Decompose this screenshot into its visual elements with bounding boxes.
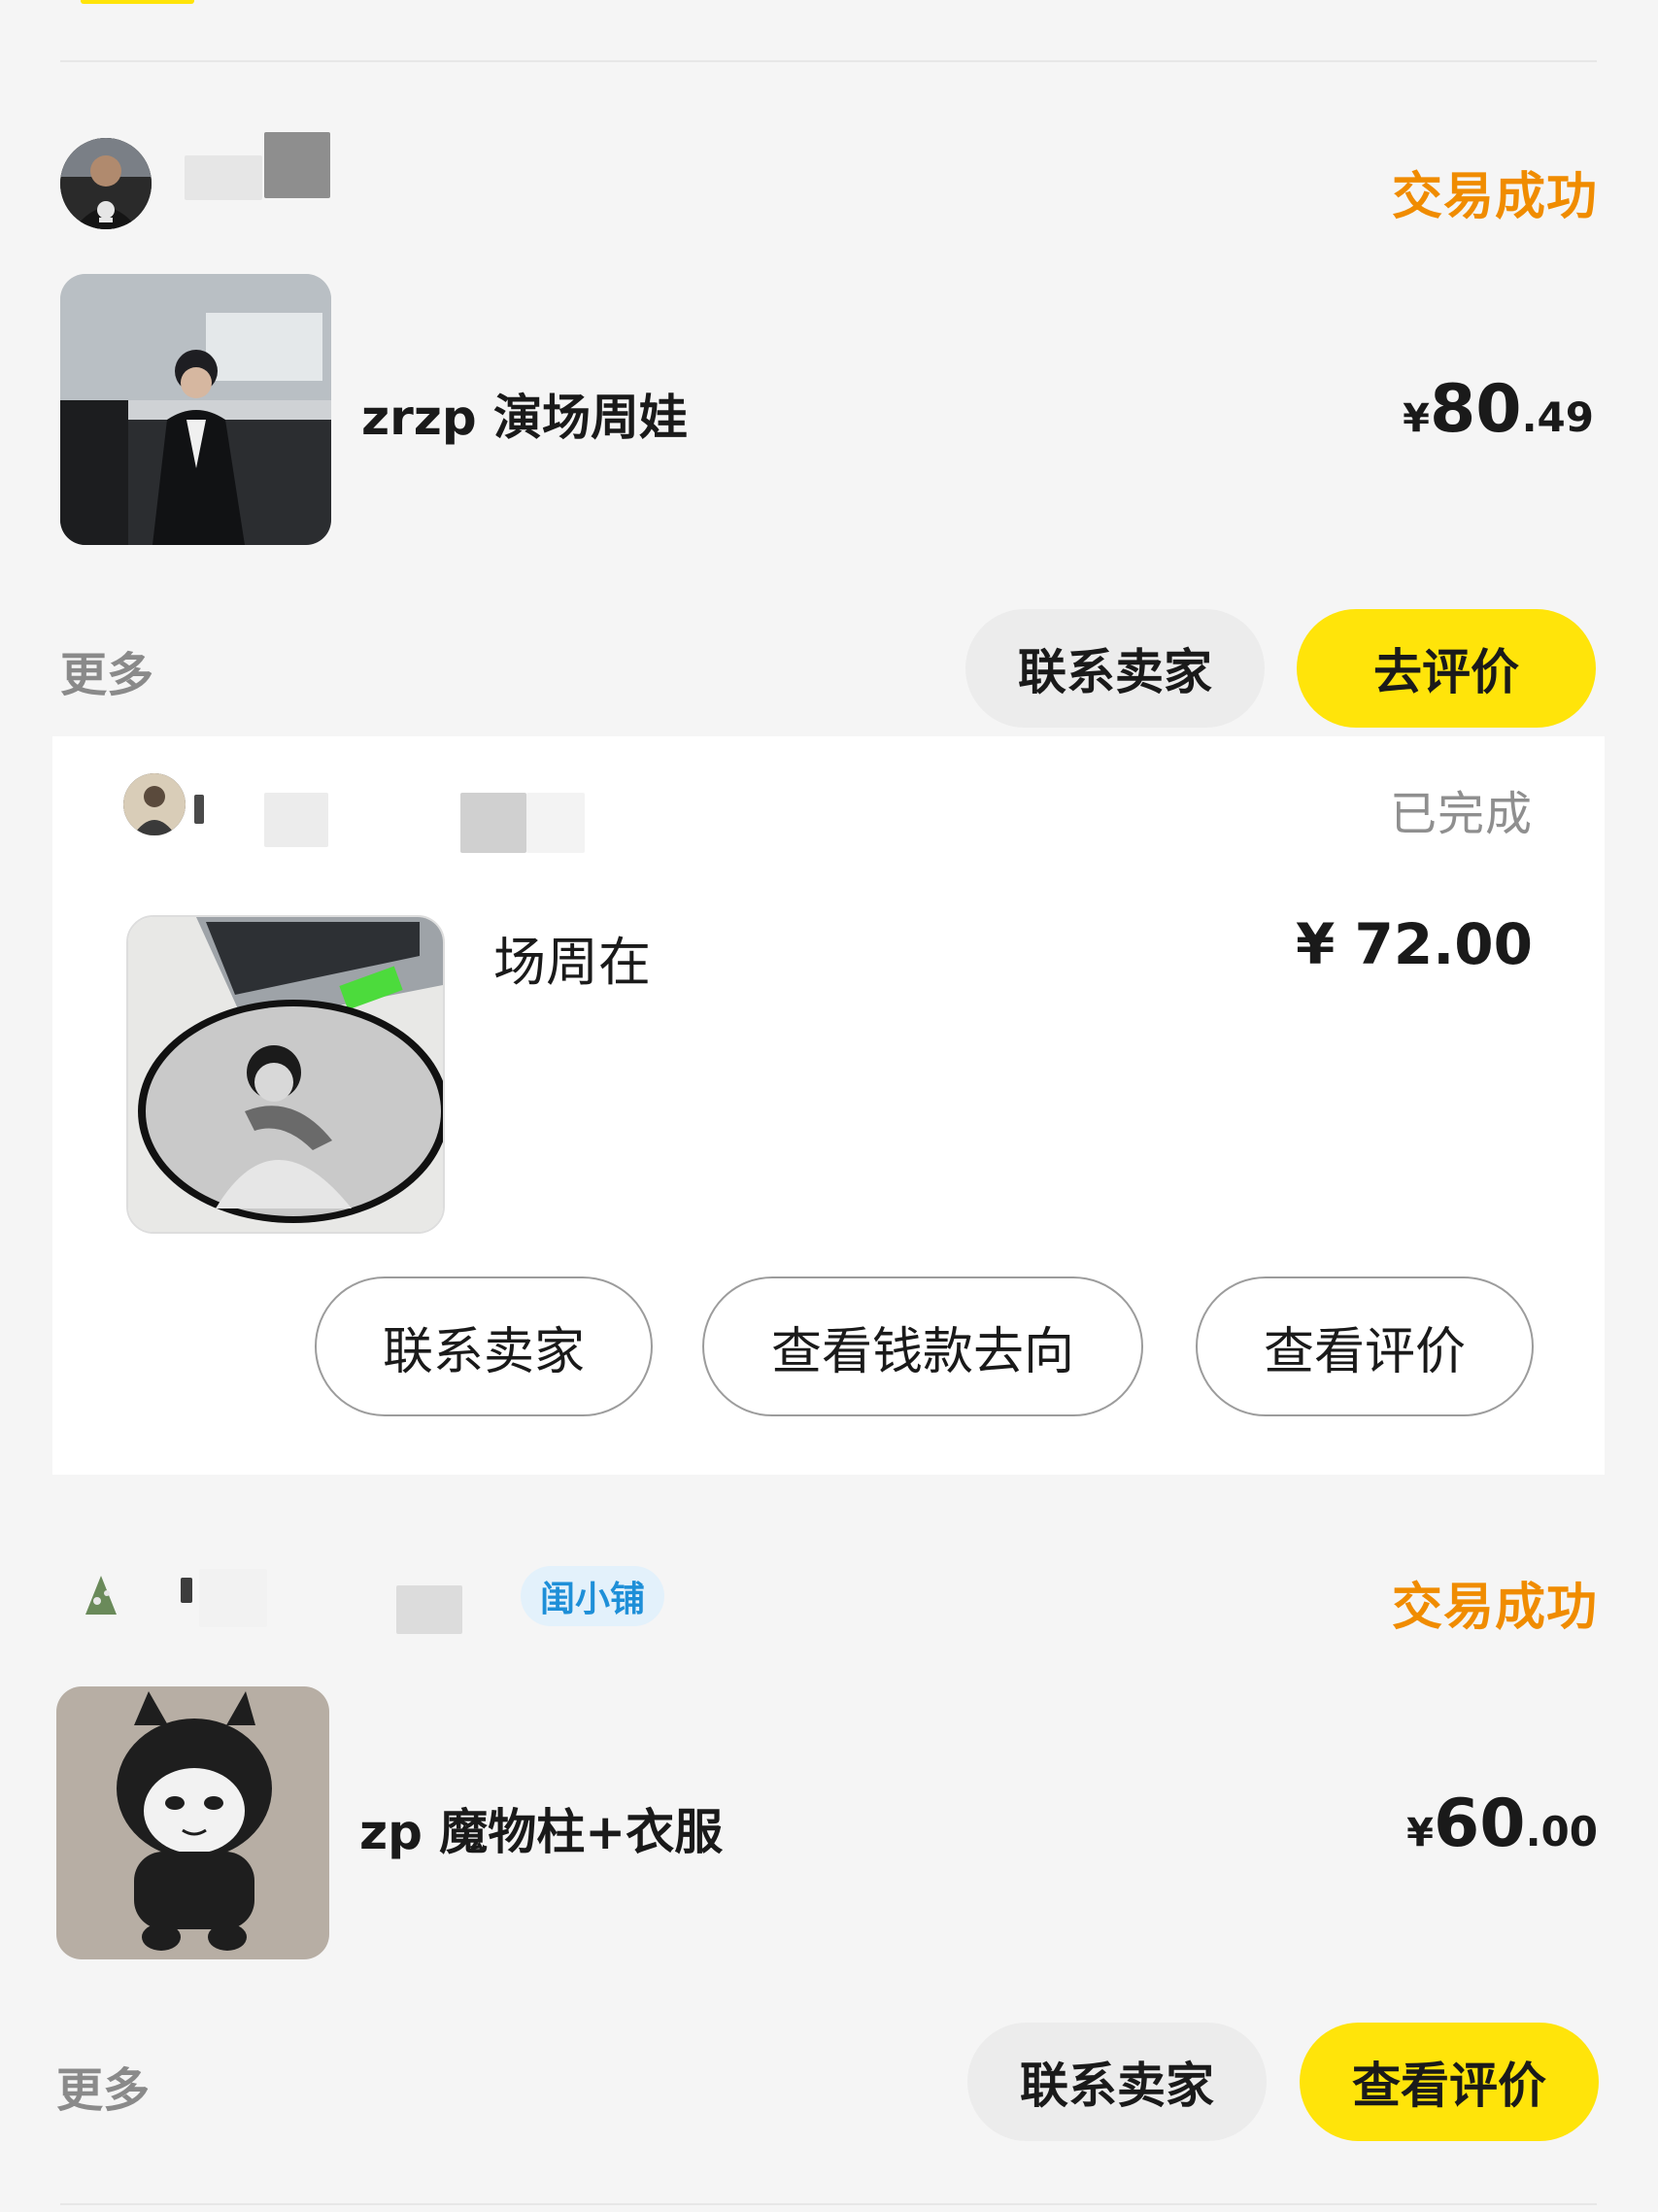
product-title[interactable]: zrzp 演场周娃 bbox=[361, 379, 688, 449]
product-thumbnail[interactable] bbox=[56, 1686, 329, 1959]
product-price: ¥60.00 bbox=[1406, 1786, 1598, 1862]
order-status: 交易成功 bbox=[1391, 1579, 1598, 1637]
shop-badge: 闺小铺 bbox=[521, 1566, 665, 1626]
more-link[interactable]: 更多 bbox=[56, 2052, 150, 2120]
view-review-button[interactable]: 查看评价 bbox=[1300, 2023, 1599, 2141]
product-price: ¥ 72.00 bbox=[1295, 911, 1533, 977]
order-card-2: 已完成 场周在 ¥ 72.00 联系卖家 查看钱款去向 查看评价 bbox=[52, 736, 1605, 1475]
tab-indicator bbox=[81, 0, 194, 4]
product-price: ¥80.49 bbox=[1403, 371, 1594, 448]
product-thumbnail[interactable] bbox=[60, 274, 331, 545]
seller-avatar[interactable] bbox=[123, 773, 186, 835]
product-title[interactable]: zp 魔物柱+衣服 bbox=[359, 1793, 723, 1863]
view-review-button[interactable]: 查看评价 bbox=[1196, 1276, 1534, 1416]
more-link[interactable]: 更多 bbox=[60, 636, 153, 704]
seller-avatar[interactable] bbox=[78, 1572, 124, 1622]
order-status: 交易成功 bbox=[1391, 168, 1598, 226]
product-title[interactable]: 场周在 bbox=[493, 919, 651, 996]
product-thumbnail[interactable] bbox=[126, 915, 445, 1234]
divider bbox=[60, 2203, 1597, 2205]
order-status: 已完成 bbox=[1389, 787, 1533, 841]
seller-avatar[interactable] bbox=[60, 138, 152, 229]
divider bbox=[60, 60, 1597, 62]
review-button[interactable]: 去评价 bbox=[1297, 609, 1596, 728]
contact-seller-button[interactable]: 联系卖家 bbox=[967, 2023, 1267, 2141]
money-flow-button[interactable]: 查看钱款去向 bbox=[702, 1276, 1143, 1416]
contact-seller-button[interactable]: 联系卖家 bbox=[315, 1276, 653, 1416]
contact-seller-button[interactable]: 联系卖家 bbox=[965, 609, 1265, 728]
